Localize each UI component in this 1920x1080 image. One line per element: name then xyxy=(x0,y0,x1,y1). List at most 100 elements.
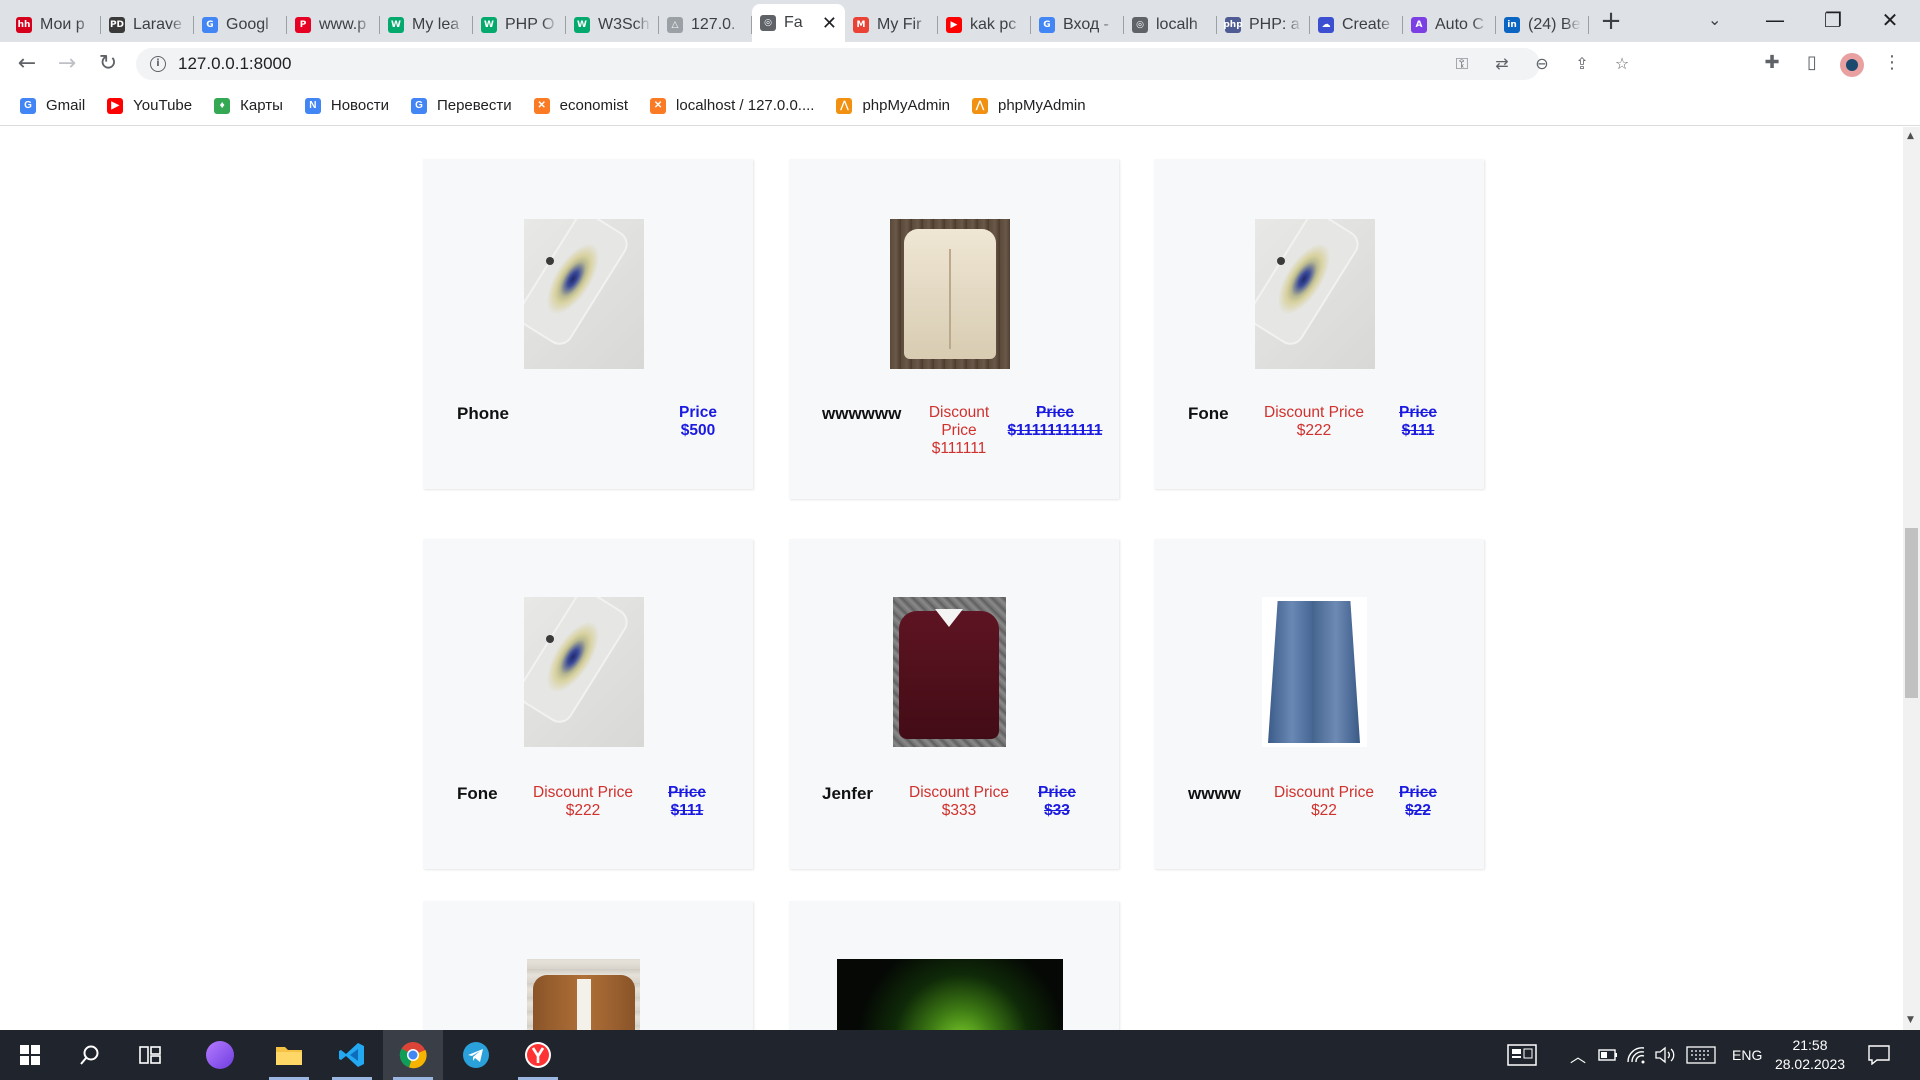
url-text[interactable]: 127.0.0.1:8000 xyxy=(178,54,291,74)
product-card[interactable]: Fone Discount Price $222 Price $111 xyxy=(423,539,753,869)
tab[interactable]: W PHP O xyxy=(473,8,566,42)
restore-button[interactable]: ❐ xyxy=(1805,4,1861,36)
forward-button[interactable]: → xyxy=(53,50,81,78)
product-image[interactable] xyxy=(524,219,644,369)
bookmark-item[interactable]: ⋀ phpMyAdmin xyxy=(836,97,950,114)
start-button[interactable] xyxy=(0,1030,60,1080)
tab[interactable]: php PHP: a xyxy=(1217,8,1310,42)
tab[interactable]: G Googl xyxy=(194,8,287,42)
scrollbar-thumb[interactable] xyxy=(1905,528,1918,698)
bookmark-item[interactable]: N Новости xyxy=(304,97,389,114)
product-image[interactable] xyxy=(890,219,1010,369)
bookmark-item[interactable]: ⋀ phpMyAdmin xyxy=(972,97,1086,114)
back-button[interactable]: ← xyxy=(13,50,41,78)
product-card[interactable]: Jenfer Discount Price $333 Price $33 xyxy=(789,539,1119,869)
product-image[interactable] xyxy=(527,959,640,1030)
bookmark-label: Перевести xyxy=(436,97,512,114)
tab[interactable]: ◎ localh xyxy=(1124,8,1217,42)
product-card[interactable]: wwww Discount Price $22 Price $22 xyxy=(1154,539,1484,869)
translate-icon[interactable]: ⇄ xyxy=(1492,54,1512,74)
tab[interactable]: PD Larave xyxy=(101,8,194,42)
notifications-icon[interactable] xyxy=(1868,1030,1890,1080)
scroll-down-icon[interactable]: ▼ xyxy=(1907,1015,1914,1025)
extensions-icon[interactable]: ✚ xyxy=(1760,52,1784,76)
discount-label: Discount Price xyxy=(1264,404,1364,421)
tab[interactable]: ☁ Create xyxy=(1310,8,1403,42)
profile-avatar[interactable] xyxy=(1840,53,1864,77)
system-clock[interactable]: 21:58 28.02.2023 xyxy=(1770,1036,1850,1074)
tab[interactable]: △ 127.0. xyxy=(659,8,752,42)
bookmark-item[interactable]: ✕ localhost / 127.0.0.... xyxy=(650,97,814,114)
site-info-icon[interactable]: i xyxy=(150,56,166,72)
page-scrollbar[interactable]: ▲ ▼ xyxy=(1903,127,1920,1030)
touch-keyboard-icon[interactable] xyxy=(1507,1030,1537,1080)
chevron-up-icon[interactable]: ︿ xyxy=(1570,1030,1586,1080)
telegram-app[interactable] xyxy=(446,1030,506,1080)
close-window-button[interactable]: ✕ xyxy=(1862,4,1918,36)
alice-app[interactable] xyxy=(190,1030,250,1080)
chrome-app[interactable] xyxy=(383,1030,443,1080)
product-image[interactable] xyxy=(837,959,1063,1030)
product-image[interactable] xyxy=(1255,219,1375,369)
language-indicator[interactable]: ENG xyxy=(1732,1030,1762,1080)
tab[interactable]: ◎ Fa ✕ xyxy=(752,4,845,42)
bookmark-item[interactable]: ▶ YouTube xyxy=(107,97,192,114)
tab[interactable]: Pwww.p xyxy=(287,8,380,42)
product-name: wwww xyxy=(1188,784,1241,803)
bookmark-item[interactable]: G Gmail xyxy=(20,97,85,114)
product-image[interactable] xyxy=(524,597,644,747)
bookmark-item[interactable]: G Перевести xyxy=(410,97,512,114)
product-card[interactable]: Phone Price $500 xyxy=(423,159,753,489)
keyboard-icon[interactable] xyxy=(1686,1030,1716,1080)
scroll-up-icon[interactable]: ▲ xyxy=(1907,131,1914,141)
key-icon[interactable]: ⚿ xyxy=(1452,54,1472,74)
product-card[interactable]: wwwwww Discount Price $111111 Price $111… xyxy=(789,159,1119,499)
clock-date: 28.02.2023 xyxy=(1774,1056,1846,1072)
wifi-icon[interactable] xyxy=(1626,1030,1646,1080)
zoom-icon[interactable]: ⊖ xyxy=(1532,54,1552,74)
file-explorer-app[interactable] xyxy=(259,1030,319,1080)
menu-icon[interactable]: ⋮ xyxy=(1880,52,1904,76)
tab-title: Auto C xyxy=(1435,16,1484,33)
tab[interactable]: W My lea xyxy=(380,8,473,42)
volume-icon[interactable] xyxy=(1654,1030,1676,1080)
battery-icon[interactable] xyxy=(1598,1030,1618,1080)
bookmark-label: localhost / 127.0.0.... xyxy=(676,97,815,114)
tab[interactable]: M My Fir xyxy=(845,8,938,42)
bookmark-star-icon[interactable]: ☆ xyxy=(1612,54,1632,74)
tab[interactable]: A Auto C xyxy=(1403,8,1496,42)
price-value: $33 xyxy=(1044,802,1070,819)
search-button[interactable] xyxy=(60,1030,120,1080)
phpmyadmin-icon: △ xyxy=(667,17,683,33)
tab[interactable]: G Вход - xyxy=(1031,8,1124,42)
minimize-button[interactable]: — xyxy=(1747,4,1803,36)
product-card[interactable] xyxy=(423,901,753,1030)
price-value: $111 xyxy=(1401,422,1435,439)
new-tab-button[interactable]: + xyxy=(1597,8,1625,36)
tab[interactable]: W W3Sch xyxy=(566,8,659,42)
tab[interactable]: ▶ kak pc xyxy=(938,8,1031,42)
reload-button[interactable]: ↻ xyxy=(94,50,122,78)
side-panel-icon[interactable]: ▯ xyxy=(1800,52,1824,76)
product-image[interactable] xyxy=(1262,597,1367,747)
product-image[interactable] xyxy=(893,597,1006,747)
price-value: $111 xyxy=(670,802,704,819)
price-label: Price xyxy=(1399,784,1437,801)
product-card[interactable]: Fone Discount Price $222 Price $111 xyxy=(1154,159,1484,489)
vscode-icon xyxy=(339,1043,364,1067)
vscode-app[interactable] xyxy=(322,1030,382,1080)
tab-title: PHP O xyxy=(505,16,555,33)
discount-label: Discount Price xyxy=(533,784,633,801)
tab[interactable]: in (24) Be xyxy=(1496,8,1589,42)
close-tab-icon[interactable]: ✕ xyxy=(822,13,837,34)
bookmark-item[interactable]: ✕ economist xyxy=(533,97,628,114)
youtube-icon: ▶ xyxy=(946,17,962,33)
yandex-browser-app[interactable] xyxy=(508,1030,568,1080)
task-view-button[interactable] xyxy=(120,1030,180,1080)
product-card[interactable] xyxy=(789,901,1119,1030)
bookmark-item[interactable]: ♦ Карты xyxy=(214,97,283,114)
tab-search-button[interactable]: ⌄ xyxy=(1708,10,1721,29)
share-icon[interactable]: ⇪ xyxy=(1572,54,1592,74)
tab[interactable]: hh Мои р xyxy=(8,8,101,42)
address-bar[interactable]: i 127.0.0.1:8000 ⚿ ⇄ ⊖ ⇪ ☆ xyxy=(136,48,1629,80)
